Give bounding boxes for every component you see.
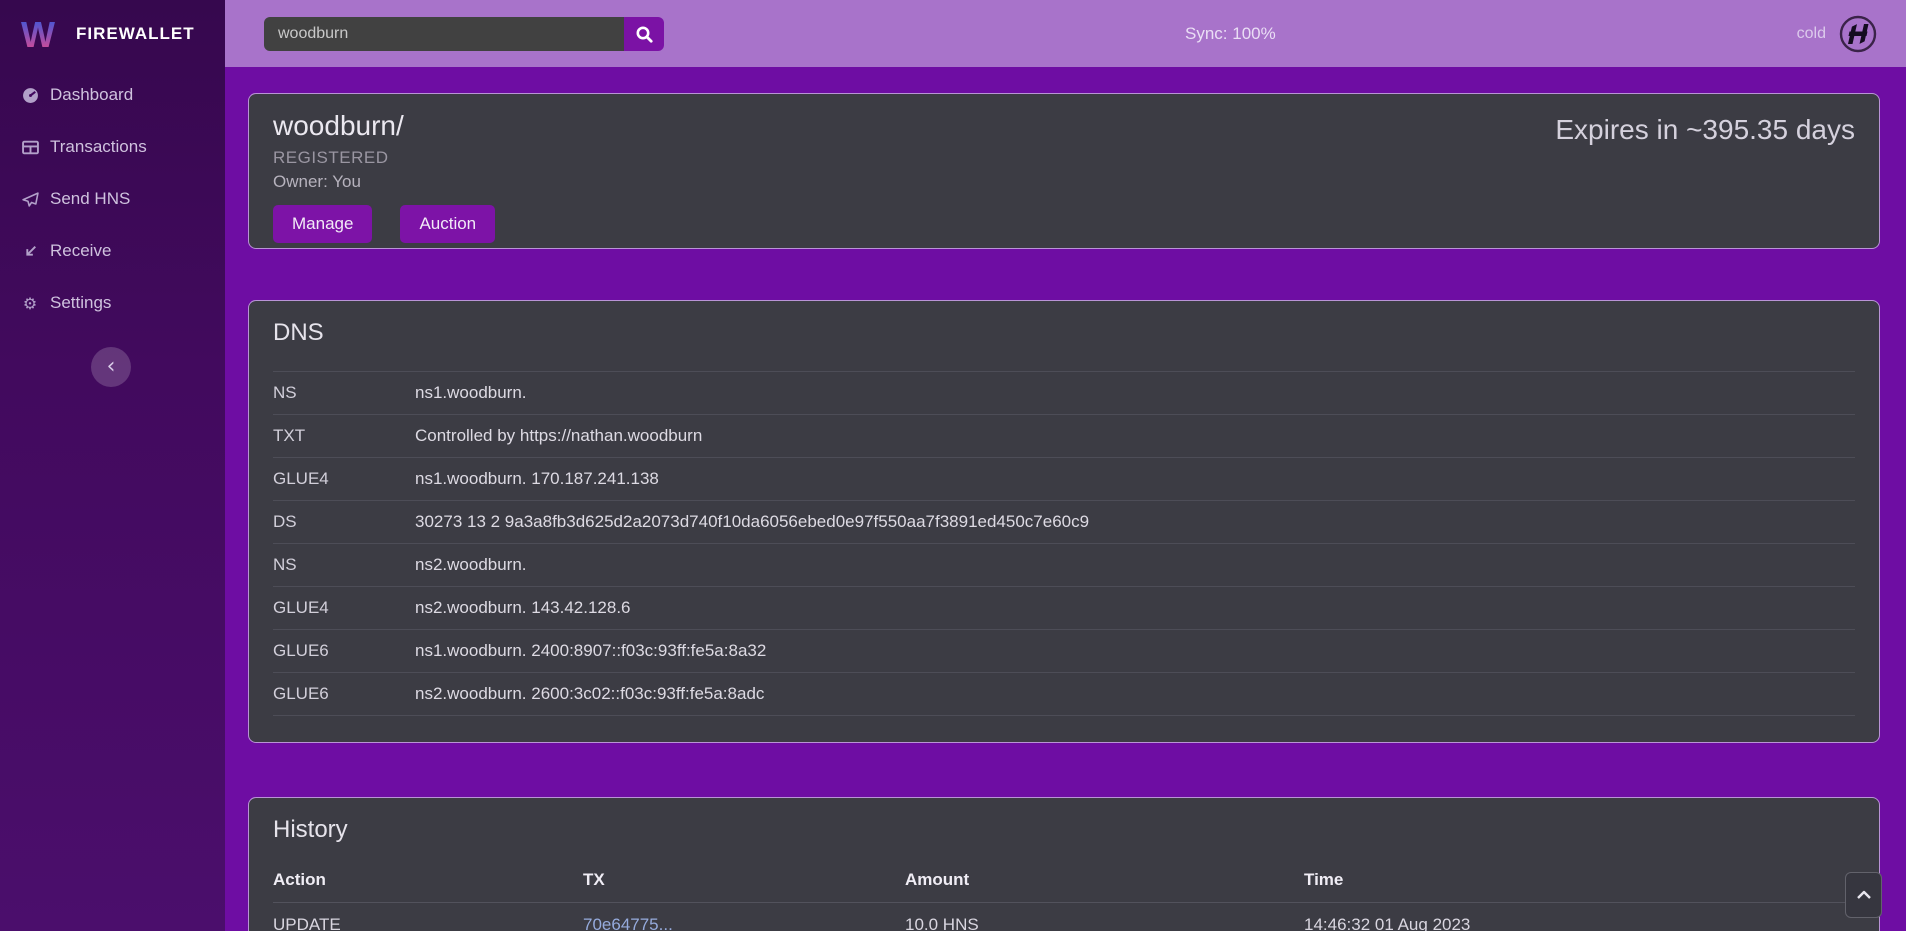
transactions-table-icon <box>19 139 41 156</box>
auction-button[interactable]: Auction <box>400 205 495 243</box>
sidebar-item-send-hns[interactable]: Send HNS <box>0 173 225 225</box>
sync-status: Sync: 100% <box>1185 0 1276 67</box>
history-col-action: Action <box>273 860 583 903</box>
dns-card-title: DNS <box>273 319 1855 347</box>
sidebar-item-label: Receive <box>50 241 111 261</box>
dns-record-type: NS <box>273 544 415 587</box>
tx-link[interactable]: 70e64775... <box>583 915 673 931</box>
dns-record-value: 30273 13 2 9a3a8fb3d625d2a2073d740f10da6… <box>415 501 1855 544</box>
dns-record-row: GLUE4 ns2.woodburn. 143.42.128.6 <box>273 587 1855 630</box>
history-row: UPDATE 70e64775... 10.0 HNS 14:46:32 01 … <box>273 903 1855 931</box>
history-card-title: History <box>273 816 1855 844</box>
brand-name: FIREWALLET <box>76 24 195 44</box>
brand: W FIREWALLET <box>0 0 225 67</box>
dns-record-type: GLUE4 <box>273 458 415 501</box>
history-card: History Action TX Amount Time UPDATE 70e… <box>248 797 1880 931</box>
history-table: Action TX Amount Time UPDATE 70e64775...… <box>273 860 1855 931</box>
domain-owner: Owner: You <box>273 172 1855 192</box>
dns-record-type: DS <box>273 501 415 544</box>
sidebar-item-label: Dashboard <box>50 85 133 105</box>
main-content: woodburn/ REGISTERED Owner: You Manage A… <box>225 67 1906 931</box>
sidebar-collapse-button[interactable]: ‹ <box>91 347 131 387</box>
search-button[interactable] <box>624 17 664 51</box>
dns-record-row: GLUE6 ns2.woodburn. 2600:3c02::f03c:93ff… <box>273 673 1855 716</box>
history-action: UPDATE <box>273 903 583 931</box>
svg-text:W: W <box>21 14 55 54</box>
send-paper-plane-icon <box>19 191 41 208</box>
dashboard-icon <box>19 87 41 104</box>
dns-record-value: ns2.woodburn. 143.42.128.6 <box>415 587 1855 630</box>
gear-icon: ⚙ <box>19 294 41 313</box>
dns-record-row: GLUE4 ns1.woodburn. 170.187.241.138 <box>273 458 1855 501</box>
history-amount: 10.0 HNS <box>905 903 1304 931</box>
dns-record-type: NS <box>273 372 415 415</box>
sidebar-item-settings[interactable]: ⚙ Settings <box>0 277 225 329</box>
dns-record-type: GLUE6 <box>273 630 415 673</box>
dns-record-type: TXT <box>273 415 415 458</box>
dns-record-type: GLUE4 <box>273 587 415 630</box>
firewallet-logo-icon: W <box>20 14 62 54</box>
dns-record-row: NS ns2.woodburn. <box>273 544 1855 587</box>
dns-record-value: ns1.woodburn. <box>415 372 1855 415</box>
dns-record-value: ns2.woodburn. 2600:3c02::f03c:93ff:fe5a:… <box>415 673 1855 716</box>
sidebar: W FIREWALLET Dashboard Transactions Send… <box>0 0 225 931</box>
dns-record-value: ns2.woodburn. <box>415 544 1855 587</box>
sidebar-nav: Dashboard Transactions Send HNS Receive … <box>0 69 225 329</box>
history-header-row: Action TX Amount Time <box>273 860 1855 903</box>
search-input[interactable] <box>264 17 624 51</box>
chevron-left-icon: ‹ <box>107 354 116 379</box>
sidebar-item-receive[interactable]: Receive <box>0 225 225 277</box>
dns-table: NS ns1.woodburn. TXT Controlled by https… <box>273 371 1855 716</box>
history-time: 14:46:32 01 Aug 2023 <box>1304 903 1855 931</box>
dns-record-value: ns1.woodburn. 170.187.241.138 <box>415 458 1855 501</box>
domain-status: REGISTERED <box>273 148 1855 168</box>
wallet-indicator: cold <box>1797 0 1878 67</box>
dns-record-type: GLUE6 <box>273 673 415 716</box>
history-col-amount: Amount <box>905 860 1304 903</box>
dns-record-row: DS 30273 13 2 9a3a8fb3d625d2a2073d740f10… <box>273 501 1855 544</box>
wallet-name-label: cold <box>1797 25 1826 43</box>
sidebar-item-label: Settings <box>50 293 111 313</box>
chevron-up-icon <box>1856 890 1872 900</box>
dns-record-row: NS ns1.woodburn. <box>273 372 1855 415</box>
dns-record-value: Controlled by https://nathan.woodburn <box>415 415 1855 458</box>
history-col-time: Time <box>1304 860 1855 903</box>
search-bar <box>264 17 664 51</box>
domain-card: woodburn/ REGISTERED Owner: You Manage A… <box>248 93 1880 249</box>
dns-record-value: ns1.woodburn. 2400:8907::f03c:93ff:fe5a:… <box>415 630 1855 673</box>
scroll-to-top-button[interactable] <box>1845 872 1882 918</box>
search-icon <box>635 25 654 44</box>
sidebar-item-label: Send HNS <box>50 189 130 209</box>
sidebar-item-label: Transactions <box>50 137 147 157</box>
sidebar-item-dashboard[interactable]: Dashboard <box>0 69 225 121</box>
sidebar-item-transactions[interactable]: Transactions <box>0 121 225 173</box>
expires-label: Expires in ~395.35 days <box>1555 114 1855 146</box>
handshake-logo-icon[interactable] <box>1838 14 1878 54</box>
dns-card: DNS NS ns1.woodburn. TXT Controlled by h… <box>248 300 1880 743</box>
dns-record-row: GLUE6 ns1.woodburn. 2400:8907::f03c:93ff… <box>273 630 1855 673</box>
history-col-tx: TX <box>583 860 905 903</box>
receive-arrow-icon <box>19 243 41 260</box>
manage-button[interactable]: Manage <box>273 205 372 243</box>
dns-record-row: TXT Controlled by https://nathan.woodbur… <box>273 415 1855 458</box>
topbar: Sync: 100% cold <box>225 0 1906 67</box>
